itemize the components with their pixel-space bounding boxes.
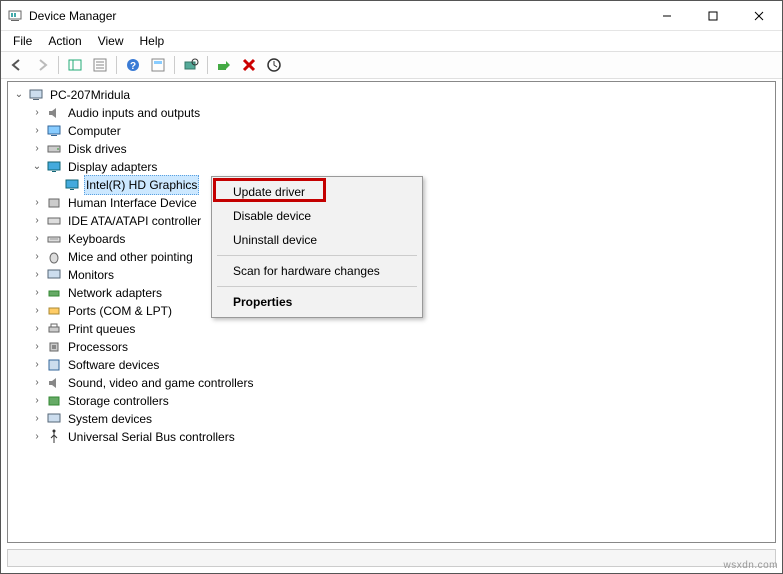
computer-icon [46, 123, 62, 139]
tree-node-print[interactable]: ›Print queues [8, 320, 775, 338]
keyboard-icon [46, 231, 62, 247]
toolbar: ? [1, 51, 782, 79]
window-title: Device Manager [29, 9, 644, 23]
context-update-driver[interactable]: Update driver [215, 180, 419, 204]
system-icon [46, 411, 62, 427]
expand-icon[interactable]: › [30, 322, 44, 336]
back-button[interactable] [5, 53, 29, 77]
context-separator [217, 286, 417, 287]
minimize-button[interactable] [644, 1, 690, 30]
tree-node-display[interactable]: ⌄Display adapters [8, 158, 775, 176]
context-properties[interactable]: Properties [215, 290, 419, 314]
context-separator [217, 255, 417, 256]
display-icon [46, 159, 62, 175]
toolbar-separator [116, 56, 117, 74]
properties-button[interactable] [88, 53, 112, 77]
forward-button[interactable] [30, 53, 54, 77]
close-button[interactable] [736, 1, 782, 30]
device-manager-icon [7, 8, 23, 24]
expand-icon[interactable]: › [30, 268, 44, 282]
tree-node-system[interactable]: ›System devices [8, 410, 775, 428]
expand-icon[interactable]: › [30, 124, 44, 138]
software-icon [46, 357, 62, 373]
cpu-icon [46, 339, 62, 355]
menu-file[interactable]: File [5, 32, 40, 50]
uninstall-button[interactable] [237, 53, 261, 77]
tree-node-audio[interactable]: ›Audio inputs and outputs [8, 104, 775, 122]
tree-node-processors[interactable]: ›Processors [8, 338, 775, 356]
tree-node-software[interactable]: ›Software devices [8, 356, 775, 374]
context-uninstall-device[interactable]: Uninstall device [215, 228, 419, 252]
expand-icon[interactable]: › [30, 376, 44, 390]
expand-icon[interactable]: › [30, 394, 44, 408]
tree-node-disk[interactable]: ›Disk drives [8, 140, 775, 158]
help-button[interactable]: ? [121, 53, 145, 77]
expand-icon[interactable]: › [30, 106, 44, 120]
expand-icon[interactable]: › [30, 340, 44, 354]
usb-icon [46, 429, 62, 445]
menu-help[interactable]: Help [132, 32, 173, 50]
statusbar [7, 549, 776, 567]
titlebar: Device Manager [1, 1, 782, 31]
menu-action[interactable]: Action [40, 32, 89, 50]
toolbar-icon[interactable] [146, 53, 170, 77]
tree-node-storage[interactable]: ›Storage controllers [8, 392, 775, 410]
ports-icon [46, 303, 62, 319]
context-scan-hardware[interactable]: Scan for hardware changes [215, 259, 419, 283]
toolbar-separator [207, 56, 208, 74]
watermark: wsxdn.com [723, 560, 778, 571]
collapse-icon[interactable]: ⌄ [30, 160, 44, 174]
disable-button[interactable] [262, 53, 286, 77]
expand-icon[interactable]: › [30, 412, 44, 426]
disk-icon [46, 141, 62, 157]
expand-icon[interactable]: › [30, 196, 44, 210]
show-hide-tree-button[interactable] [63, 53, 87, 77]
menu-view[interactable]: View [90, 32, 132, 50]
ide-icon [46, 213, 62, 229]
tree-root-label: PC-207Mridula [48, 86, 132, 104]
sound-icon [46, 375, 62, 391]
update-driver-button[interactable] [212, 53, 236, 77]
expand-icon[interactable]: › [30, 232, 44, 246]
expand-icon[interactable]: › [30, 286, 44, 300]
tree-node-computer[interactable]: ›Computer [8, 122, 775, 140]
network-icon [46, 285, 62, 301]
storage-icon [46, 393, 62, 409]
maximize-button[interactable] [690, 1, 736, 30]
svg-text:?: ? [130, 61, 136, 72]
computer-icon [28, 87, 44, 103]
context-menu: Update driver Disable device Uninstall d… [211, 176, 423, 318]
monitor-icon [46, 267, 62, 283]
mouse-icon [46, 249, 62, 265]
context-disable-device[interactable]: Disable device [215, 204, 419, 228]
audio-icon [46, 105, 62, 121]
expand-icon[interactable]: › [30, 142, 44, 156]
tree-node-sound[interactable]: ›Sound, video and game controllers [8, 374, 775, 392]
toolbar-separator [58, 56, 59, 74]
expand-icon[interactable]: › [30, 250, 44, 264]
window-controls [644, 1, 782, 30]
toolbar-separator [174, 56, 175, 74]
hid-icon [46, 195, 62, 211]
expand-icon[interactable]: › [30, 304, 44, 318]
expand-icon[interactable]: › [30, 358, 44, 372]
menubar: File Action View Help [1, 31, 782, 51]
tree-root[interactable]: ⌄ PC-207Mridula [8, 86, 775, 104]
scan-hardware-button[interactable] [179, 53, 203, 77]
expand-icon[interactable]: › [30, 214, 44, 228]
collapse-icon[interactable]: ⌄ [12, 88, 26, 102]
expand-icon[interactable]: › [30, 430, 44, 444]
printer-icon [46, 321, 62, 337]
tree-node-usb[interactable]: ›Universal Serial Bus controllers [8, 428, 775, 446]
display-icon [64, 177, 80, 193]
